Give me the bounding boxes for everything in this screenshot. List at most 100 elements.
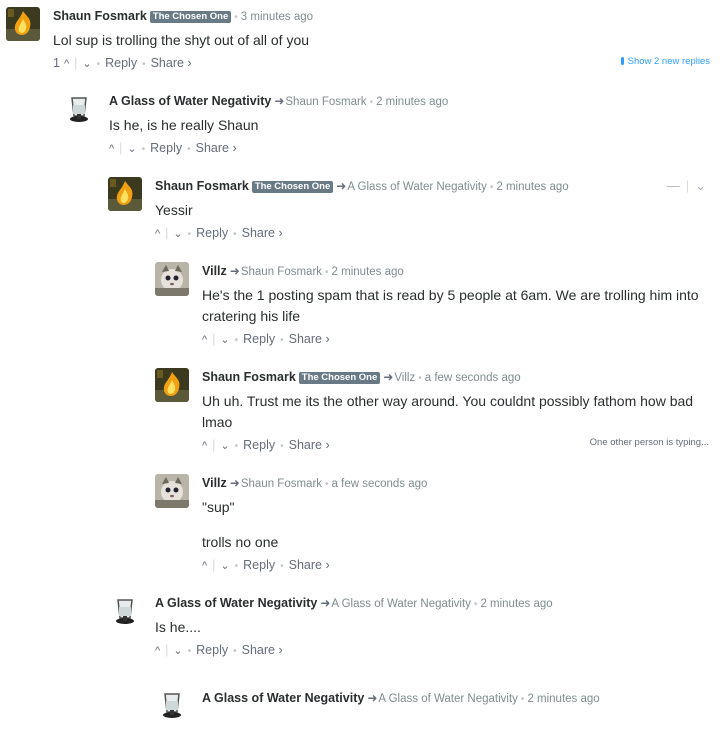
upvote-icon[interactable]: ^ [202, 332, 207, 348]
avatar[interactable] [155, 368, 189, 402]
parent-author-link[interactable]: Shaun Fosmark [285, 96, 366, 108]
comment-text: Yessir [155, 200, 710, 221]
avatar[interactable] [155, 262, 189, 296]
upvote-icon[interactable]: ^ [202, 438, 207, 454]
reply-to-arrow-icon: ➜ [367, 691, 378, 705]
comment-header: Shaun Fosmark The Chosen One ➜Villz • a few … [202, 369, 710, 387]
reply-to-arrow-icon: ➜ [320, 596, 331, 610]
separator-dot: • [489, 182, 494, 193]
comment-paragraph: Yessir [155, 202, 193, 218]
cat-avatar-icon [155, 262, 189, 296]
parent-author-link[interactable]: Shaun Fosmark [241, 266, 322, 278]
typing-indicator: One other person is typing... [589, 437, 709, 448]
comment-footer: 1 ^ | ⌄ • Reply • Share › [53, 55, 710, 73]
avatar[interactable] [155, 688, 189, 722]
vote-divider: | [74, 56, 78, 70]
author-name[interactable]: Villz [202, 264, 227, 278]
upvote-icon[interactable]: ^ [155, 226, 160, 242]
share-button[interactable]: Share › [289, 558, 330, 572]
collapse-icon[interactable]: — [667, 178, 680, 193]
fire-avatar-icon [6, 7, 40, 41]
avatar[interactable] [108, 177, 142, 211]
share-button[interactable]: Share › [242, 226, 283, 240]
share-button[interactable]: Share › [289, 332, 330, 346]
reply-button[interactable]: Reply [243, 332, 275, 346]
comment-paragraph: Lol sup is trolling the shyt out of all … [53, 32, 310, 48]
author-name[interactable]: A Glass of Water Negativity [109, 94, 271, 108]
comment-footer: ^ | ⌄ • Reply • Share › [109, 140, 710, 158]
parent-author-link[interactable]: A Glass of Water Negativity [347, 181, 487, 193]
vote-divider: | [212, 558, 216, 572]
author-name[interactable]: Shaun Fosmark [53, 9, 147, 23]
avatar[interactable] [62, 92, 96, 126]
separator-dot: • [234, 561, 239, 572]
upvote-icon[interactable]: ^ [202, 558, 207, 574]
share-button[interactable]: Share › [151, 56, 192, 70]
comment-text: Uh uh. Trust me its the other way around… [202, 391, 710, 433]
reply-button[interactable]: Reply [196, 226, 228, 240]
share-button[interactable]: Share › [289, 438, 330, 452]
comment-header: A Glass of Water Negativity ➜A Glass of W… [155, 595, 710, 613]
chevron-down-icon[interactable]: ⌄ [695, 178, 706, 193]
upvote-icon[interactable]: ^ [109, 141, 114, 157]
avatar[interactable] [155, 474, 189, 508]
show-new-replies-label: Show 2 new replies [627, 56, 710, 67]
reply-button[interactable]: Reply [243, 438, 275, 452]
comment-header: Shaun Fosmark The Chosen One • 3 minutes ag… [53, 8, 710, 26]
separator-dot: • [325, 267, 329, 278]
downvote-icon[interactable]: ⌄ [82, 56, 91, 72]
timestamp-link[interactable]: 2 minutes ago [480, 598, 552, 610]
comment-line: Uh uh. Trust me its the other way around… [202, 393, 694, 409]
downvote-icon[interactable]: ⌄ [220, 558, 229, 574]
glass-avatar-icon [62, 92, 96, 126]
timestamp-link[interactable]: a few seconds ago [425, 372, 521, 384]
show-new-replies-link[interactable]: Show 2 new replies [620, 56, 710, 67]
author-name[interactable]: Shaun Fosmark [155, 179, 249, 193]
fire-avatar-icon [108, 177, 142, 211]
user-badge: The Chosen One [251, 181, 334, 193]
vote-divider: | [165, 226, 169, 240]
reply-to-arrow-icon: ➜ [336, 179, 347, 193]
author-name[interactable]: A Glass of Water Negativity [202, 691, 364, 705]
timestamp-link[interactable]: 2 minutes ago [376, 96, 448, 108]
author-name[interactable]: Shaun Fosmark [202, 370, 296, 384]
comment-line: He's the 1 posting spam that is read by … [202, 287, 699, 303]
comment-text: Is he, is he really Shaun [109, 115, 710, 136]
reply-button[interactable]: Reply [243, 558, 275, 572]
timestamp-link[interactable]: 2 minutes ago [332, 266, 404, 278]
downvote-icon[interactable]: ⌄ [173, 226, 182, 242]
upvote-icon[interactable]: ^ [155, 643, 160, 659]
vote-divider: | [165, 643, 169, 657]
comment-header: A Glass of Water Negativity ➜A Glass of W… [202, 690, 710, 708]
downvote-icon[interactable]: ⌄ [220, 332, 229, 348]
separator-dot: • [280, 441, 284, 452]
parent-author-link[interactable]: A Glass of Water Negativity [331, 598, 471, 610]
downvote-icon[interactable]: ⌄ [173, 643, 182, 659]
share-button[interactable]: Share › [242, 643, 283, 657]
upvote-icon[interactable]: ^ [64, 56, 69, 72]
parent-author-link[interactable]: A Glass of Water Negativity [378, 693, 518, 705]
avatar[interactable] [6, 7, 40, 41]
avatar[interactable] [108, 594, 142, 628]
share-button[interactable]: Share › [196, 141, 237, 155]
author-name[interactable]: Villz [202, 476, 227, 490]
user-badge: The Chosen One [149, 11, 232, 23]
downvote-icon[interactable]: ⌄ [127, 141, 136, 157]
timestamp-link[interactable]: 2 minutes ago [527, 693, 599, 705]
reply-to-arrow-icon: ➜ [229, 264, 240, 278]
reply-button[interactable]: Reply [105, 56, 137, 70]
downvote-icon[interactable]: ⌄ [220, 438, 229, 454]
reply-button[interactable]: Reply [196, 643, 228, 657]
separator-dot: • [234, 12, 238, 23]
parent-author-link[interactable]: Shaun Fosmark [241, 478, 322, 490]
vote-divider: | [119, 141, 123, 155]
cat-avatar-icon [155, 474, 189, 508]
parent-author-link[interactable]: Villz [394, 372, 415, 384]
timestamp-link[interactable]: a few seconds ago [332, 478, 428, 490]
comment-header: A Glass of Water Negativity ➜Shaun Fosmar… [109, 93, 710, 111]
author-name[interactable]: A Glass of Water Negativity [155, 596, 317, 610]
comment-footer: ^ | ⌄ • Reply • Share › [202, 331, 710, 349]
reply-button[interactable]: Reply [150, 141, 182, 155]
timestamp-link[interactable]: 2 minutes ago [496, 181, 568, 193]
timestamp-link[interactable]: 3 minutes ago [241, 11, 313, 23]
